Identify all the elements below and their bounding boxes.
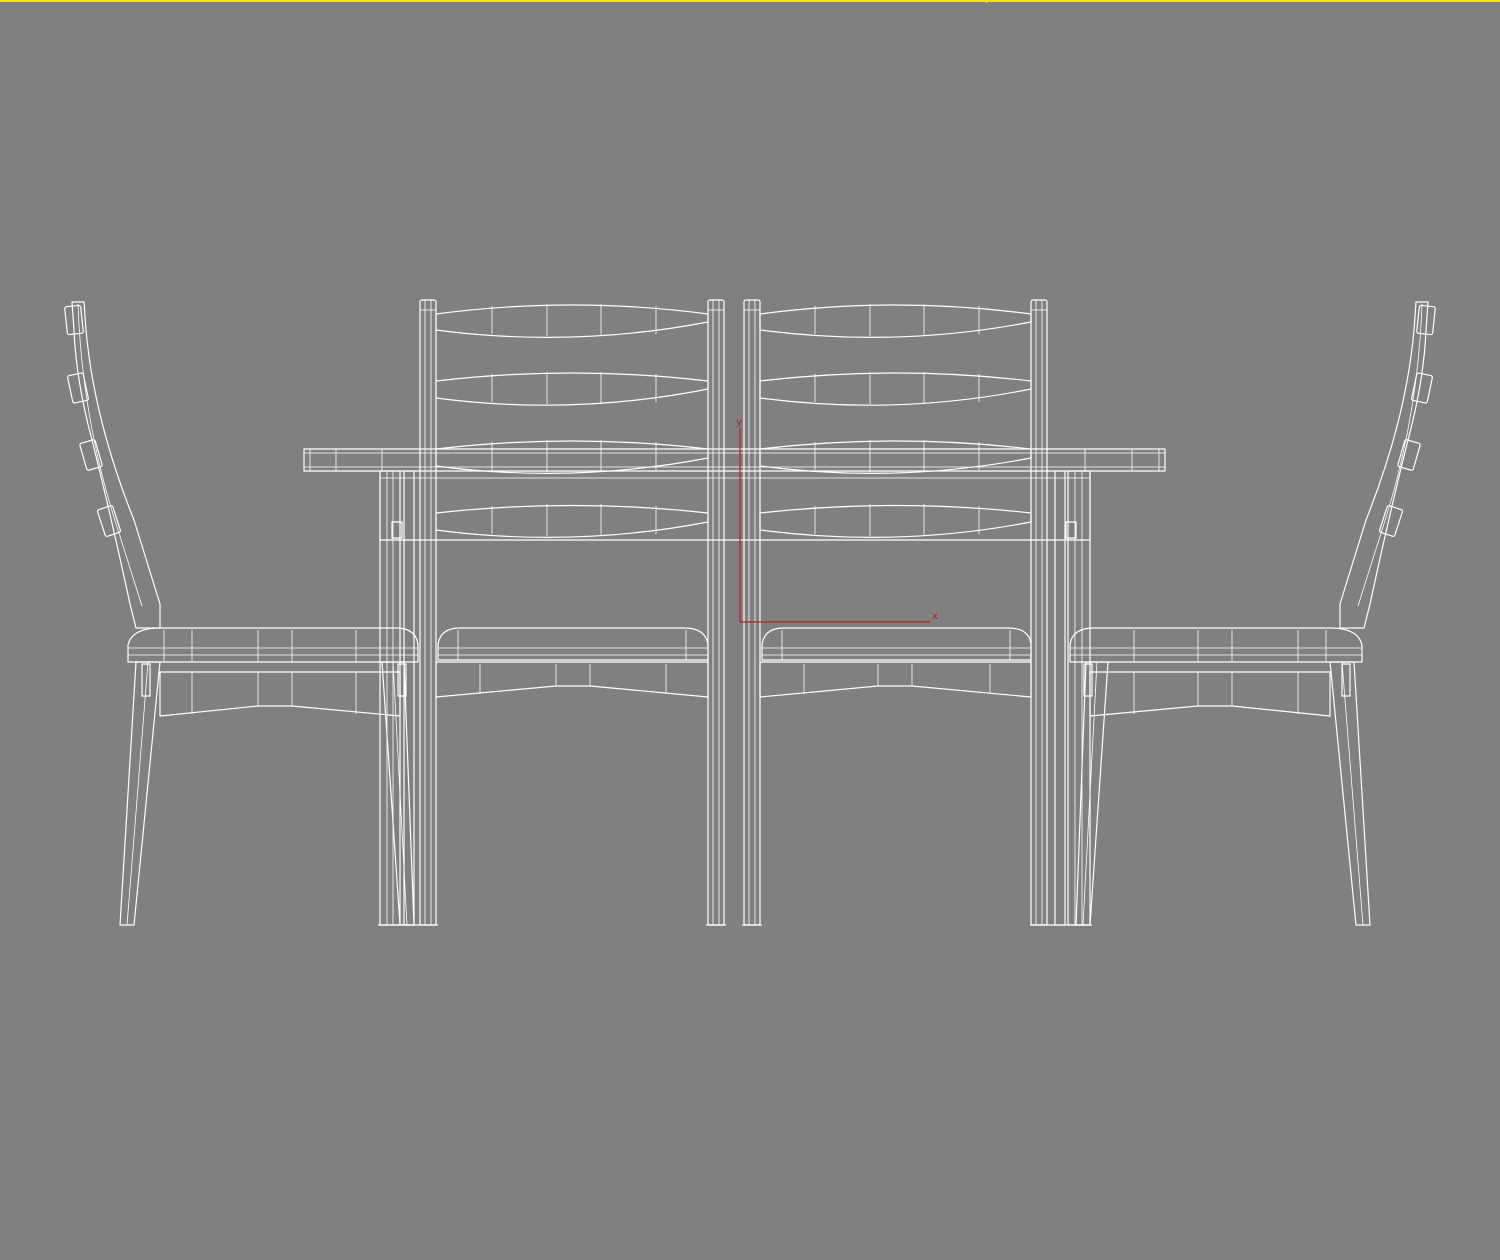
chair-post [743,299,761,926]
chair-seat-profile [1069,627,1363,663]
chair-side-rail [1089,671,1331,717]
slat-end [79,439,103,471]
chair-rear-leg [119,661,161,926]
x-axis-label: x [932,611,938,622]
ladder-slats [435,304,709,538]
front-chair-right[interactable] [742,299,1048,926]
chair-rear-leg [1329,661,1371,926]
ladder-slats [759,304,1032,538]
y-axis-label: y [736,417,742,428]
table-leg-right [1030,470,1092,926]
chair-front-leg [1075,661,1109,926]
chair-post [707,299,725,926]
chair-post [1030,299,1048,926]
table-leg-left [378,470,438,926]
slat-end [1397,439,1421,471]
chair-side-rail [159,671,401,717]
wireframe-canvas[interactable]: y x [0,0,1500,1260]
chair-post [419,299,437,926]
side-chair-right[interactable] [1069,301,1436,926]
side-chair-left[interactable] [64,301,419,926]
chair-seat-profile [127,627,419,663]
chair-seat-rail [435,661,709,698]
front-viewport[interactable]: y x [0,0,1500,1260]
front-chair-left[interactable] [419,299,726,926]
